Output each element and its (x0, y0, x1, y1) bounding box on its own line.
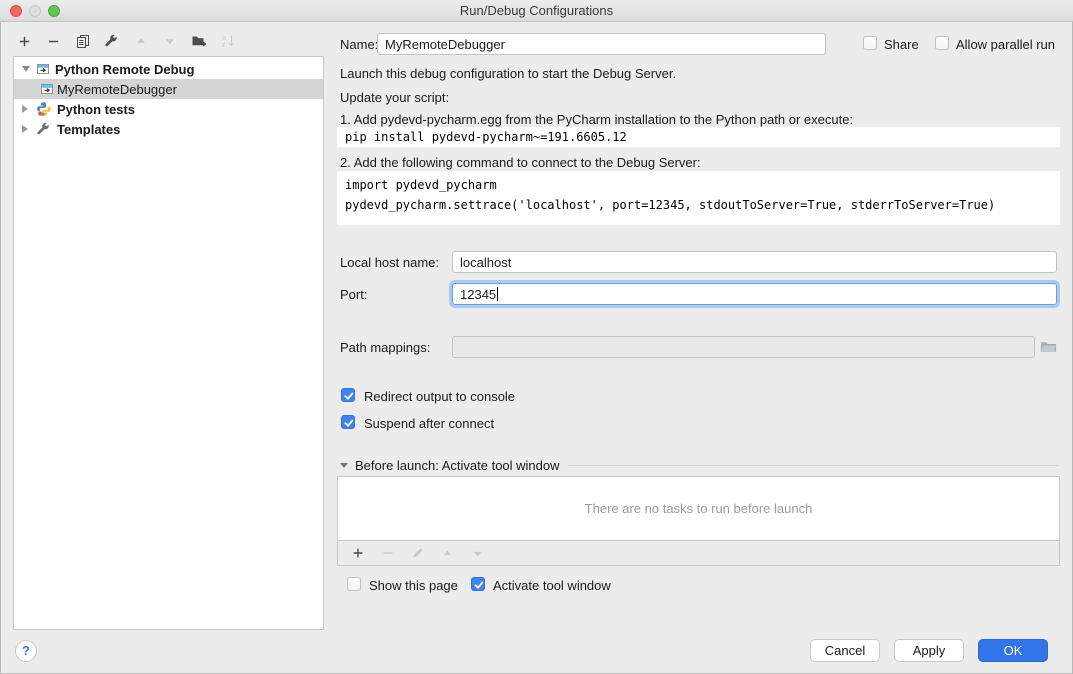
local-host-name-input[interactable]: localhost (452, 251, 1057, 273)
share-label: Share (884, 37, 919, 52)
tree-item-python-remote-debug[interactable]: Python Remote Debug (14, 59, 323, 79)
before-launch-title: Before launch: Activate tool window (355, 458, 560, 473)
run-config-icon (39, 81, 55, 97)
collapse-arrow-icon[interactable] (22, 66, 30, 72)
svg-text:z: z (222, 42, 226, 49)
remove-configuration-icon[interactable] (45, 33, 62, 50)
sort-configurations-icon: az (219, 33, 236, 50)
local-host-name-label: Local host name: (340, 255, 439, 270)
share-checkbox[interactable] (863, 36, 877, 50)
show-this-page-label: Show this page (369, 578, 458, 593)
local-host-name-value: localhost (460, 255, 511, 270)
show-this-page-checkbox[interactable] (347, 577, 361, 591)
run-config-icon (35, 61, 51, 77)
ok-button[interactable]: OK (978, 639, 1048, 662)
tree-item-label: Python Remote Debug (55, 62, 194, 77)
settrace-code-line-2: pydevd_pycharm.settrace('localhost', por… (345, 198, 995, 212)
instruction-step-2: 2. Add the following command to connect … (340, 155, 701, 170)
expand-arrow-icon[interactable] (22, 105, 28, 113)
before-launch-header[interactable]: Before launch: Activate tool window (340, 457, 1058, 473)
allow-parallel-run-checkbox[interactable] (935, 36, 949, 50)
instruction-step-1: 1. Add pydevd-pycharm.egg from the PyCha… (340, 112, 853, 127)
python-tests-icon (36, 101, 52, 117)
wrench-icon (36, 121, 52, 137)
move-up-icon (132, 33, 149, 50)
suspend-after-connect-checkbox[interactable] (341, 415, 355, 429)
apply-button[interactable]: Apply (894, 639, 964, 662)
title-bar[interactable]: Run/Debug Configurations (0, 0, 1073, 22)
tree-item-label: MyRemoteDebugger (57, 82, 177, 97)
port-value: 12345 (460, 287, 496, 302)
edit-task-icon (409, 545, 426, 562)
settrace-code: import pydevd_pycharm pydevd_pycharm.set… (337, 171, 1060, 225)
tree-item-label: Templates (57, 122, 120, 137)
tree-item-templates[interactable]: Templates (14, 119, 323, 139)
tree-item-myremotedebugger[interactable]: MyRemoteDebugger (14, 79, 323, 99)
path-mappings-label: Path mappings: (340, 340, 430, 355)
before-launch-task-list[interactable]: There are no tasks to run before launch (338, 477, 1059, 541)
port-input[interactable]: 12345 (452, 283, 1057, 305)
expand-arrow-icon[interactable] (22, 125, 28, 133)
tree-item-python-tests[interactable]: Python tests (14, 99, 323, 119)
activate-tool-window-label: Activate tool window (493, 578, 611, 593)
before-launch-toolbar (338, 541, 1059, 565)
section-divider (568, 465, 1058, 466)
copy-configuration-icon[interactable] (74, 33, 91, 50)
move-task-up-icon (439, 545, 456, 562)
cancel-button[interactable]: Cancel (810, 639, 880, 662)
move-down-icon (161, 33, 178, 50)
add-task-icon[interactable] (349, 545, 366, 562)
tree-item-label: Python tests (57, 102, 135, 117)
instruction-line-1: Launch this debug configuration to start… (340, 66, 676, 81)
port-label: Port: (340, 287, 367, 302)
svg-text:a: a (222, 35, 226, 42)
edit-templates-icon[interactable] (103, 33, 120, 50)
redirect-output-label: Redirect output to console (364, 389, 515, 404)
instruction-line-2: Update your script: (340, 90, 449, 105)
name-input[interactable]: MyRemoteDebugger (377, 33, 826, 55)
move-task-down-icon (469, 545, 486, 562)
add-configuration-icon[interactable] (16, 33, 33, 50)
configurations-toolbar: az (16, 30, 236, 52)
text-cursor (497, 287, 498, 301)
name-label: Name: (340, 37, 378, 52)
allow-parallel-run-label: Allow parallel run (956, 37, 1055, 52)
name-value: MyRemoteDebugger (385, 37, 505, 52)
suspend-after-connect-label: Suspend after connect (364, 416, 494, 431)
before-launch-tasks-panel: There are no tasks to run before launch (337, 476, 1060, 566)
settrace-code-line-1: import pydevd_pycharm (345, 178, 497, 192)
configurations-tree: Python Remote Debug MyRemoteDebugger Pyt… (13, 56, 324, 630)
path-mappings-input[interactable] (452, 336, 1035, 358)
new-folder-icon[interactable] (190, 33, 207, 50)
run-debug-configurations-dialog: Run/Debug Configurations az Pytho (0, 0, 1073, 674)
empty-task-list-text: There are no tasks to run before launch (585, 501, 813, 516)
activate-tool-window-checkbox[interactable] (471, 577, 485, 591)
browse-folder-icon[interactable] (1040, 339, 1057, 355)
collapse-arrow-icon[interactable] (340, 463, 348, 468)
remove-task-icon (379, 545, 396, 562)
pip-install-code: pip install pydevd-pycharm~=191.6605.12 (337, 127, 1060, 147)
window-title: Run/Debug Configurations (0, 0, 1073, 22)
redirect-output-checkbox[interactable] (341, 388, 355, 402)
help-button[interactable]: ? (15, 640, 37, 662)
